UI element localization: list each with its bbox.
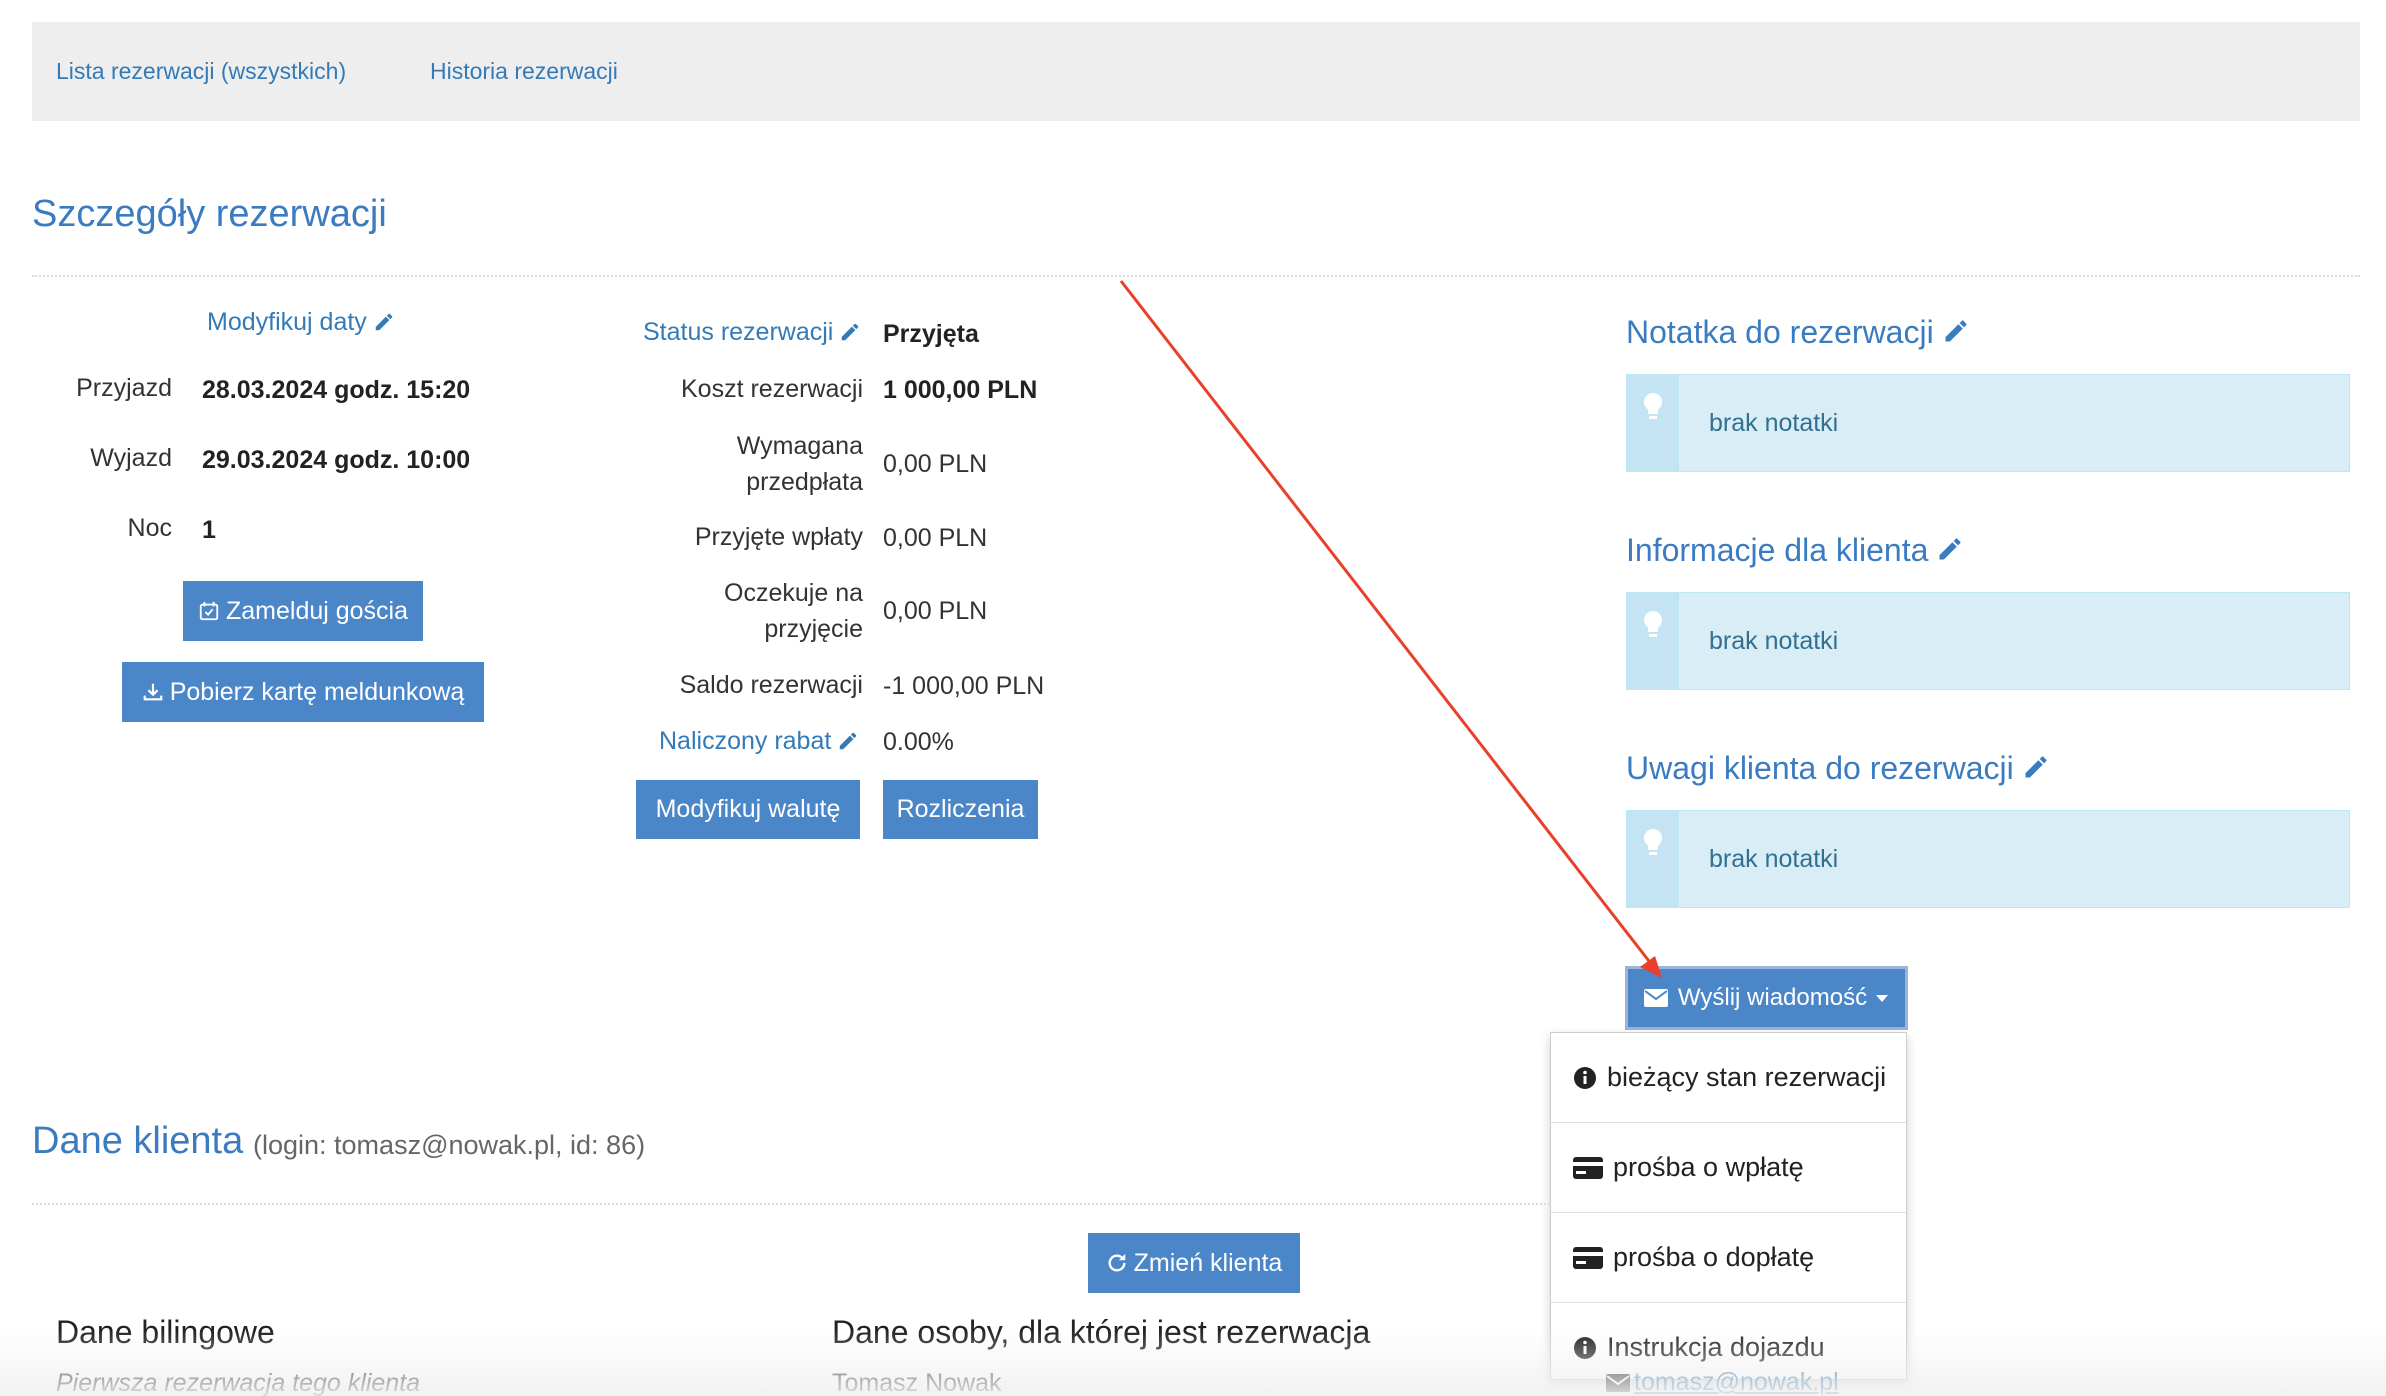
annotation-arrow-head — [1640, 956, 1662, 978]
annotation-arrow — [1119, 280, 1662, 978]
annotation-arrow-line — [1119, 280, 1654, 966]
